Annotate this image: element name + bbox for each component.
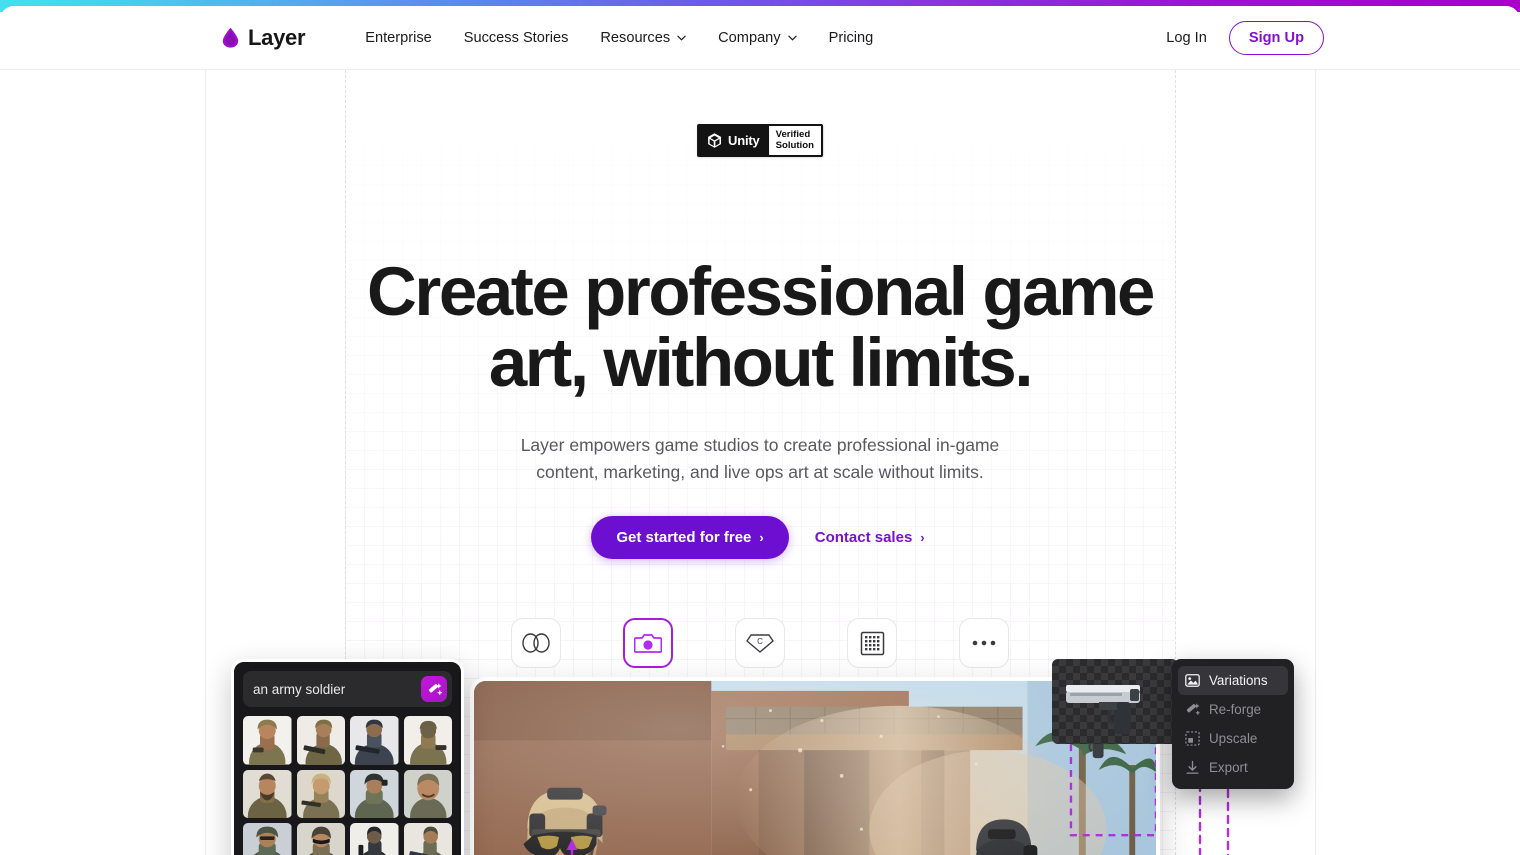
thumbnail-item[interactable] xyxy=(350,769,399,818)
hero-subtitle: Layer empowers game studios to create pr… xyxy=(0,432,1520,486)
style-chip xyxy=(623,618,673,668)
context-menu-item-re-forge[interactable]: Re-forge xyxy=(1178,695,1288,724)
nav-link-resources[interactable]: Resources xyxy=(584,22,702,54)
badge-line-1: Verified xyxy=(775,129,811,140)
context-menu-label: Re-forge xyxy=(1209,702,1262,717)
prompt-input-row[interactable]: an army soldier xyxy=(243,671,452,707)
chevron-down-icon xyxy=(677,35,686,41)
asset-thumbnail-card[interactable] xyxy=(1052,659,1178,744)
headline-line-2: art, without limits. xyxy=(488,324,1034,401)
unity-verified-badge: Unity Verified Solution xyxy=(697,124,823,157)
thumbnail-item[interactable] xyxy=(296,716,345,765)
context-menu-label: Upscale xyxy=(1209,731,1258,746)
context-menu-item-variations[interactable]: Variations xyxy=(1178,666,1288,695)
nav-link-label: Enterprise xyxy=(365,29,432,46)
login-link[interactable]: Log In xyxy=(1166,30,1207,46)
unity-cube-icon xyxy=(708,133,722,148)
navbar: Layer Enterprise Success Stories Resourc… xyxy=(0,6,1520,70)
prompt-input[interactable]: an army soldier xyxy=(253,682,415,697)
subtitle-line-1: Layer empowers game studios to create pr… xyxy=(520,435,1000,455)
thumbnail-item[interactable] xyxy=(243,823,292,855)
diamond-c-icon: C xyxy=(746,634,774,653)
droplet-icon xyxy=(222,27,239,48)
magic-wand-icon xyxy=(1185,702,1200,717)
magic-wand-icon xyxy=(428,682,442,695)
unity-wordmark: Unity xyxy=(728,133,760,148)
unity-badge-right: Verified Solution xyxy=(768,126,821,155)
unity-badge-left: Unity xyxy=(699,126,769,155)
context-menu-label: Export xyxy=(1209,760,1248,775)
badge-line-2: Solution xyxy=(775,139,814,151)
thumbnail-item[interactable] xyxy=(403,769,452,818)
nav-link-label: Success Stories xyxy=(463,29,569,46)
pistol-asset-preview xyxy=(1066,685,1140,734)
chevron-right-icon: › xyxy=(920,530,925,545)
chevron-right-icon: › xyxy=(759,530,764,545)
goggles-icon xyxy=(522,633,550,653)
subtitle-line-2: content, marketing, and live ops art at … xyxy=(536,462,984,482)
style-chip xyxy=(959,618,1009,668)
nav-link-enterprise[interactable]: Enterprise xyxy=(349,22,448,54)
nav-link-pricing[interactable]: Pricing xyxy=(813,22,890,54)
thumbnail-item[interactable] xyxy=(243,769,292,818)
thumbnail-item[interactable] xyxy=(296,823,345,855)
page-shell: Layer Enterprise Success Stories Resourc… xyxy=(0,6,1520,855)
style-chip: C xyxy=(735,618,785,668)
contact-sales-link[interactable]: Contact sales › xyxy=(811,516,929,559)
thumbnail-grid xyxy=(243,716,452,855)
nav-link-label: Company xyxy=(718,29,781,46)
image-icon xyxy=(1185,673,1200,688)
brand-logo[interactable]: Layer xyxy=(222,24,306,51)
brand-name: Layer xyxy=(248,24,306,50)
page-title: Create professional game art, without li… xyxy=(0,256,1520,398)
style-chip xyxy=(847,618,897,668)
thumbnail-item[interactable] xyxy=(296,769,345,818)
svg-text:C: C xyxy=(757,637,763,646)
thumbnail-item[interactable] xyxy=(243,716,292,765)
cta-row: Get started for free › Contact sales › xyxy=(0,516,1520,559)
pixel-grid-icon xyxy=(860,631,884,655)
generate-button[interactable] xyxy=(421,676,447,702)
hero-section: Unity Verified Solution Create professio… xyxy=(0,70,1520,855)
ellipsis-icon xyxy=(972,640,996,646)
nav-links: Enterprise Success Stories Resources Com… xyxy=(349,22,889,54)
get-started-label: Get started for free xyxy=(616,529,752,546)
download-icon xyxy=(1185,760,1200,775)
signup-button[interactable]: Sign Up xyxy=(1228,20,1324,55)
headline-line-1: Create professional game xyxy=(366,253,1155,330)
thumbnail-item[interactable] xyxy=(350,716,399,765)
prompt-generator-panel: an army soldier xyxy=(231,659,464,855)
style-chip xyxy=(511,618,561,668)
context-menu-item-upscale[interactable]: Upscale xyxy=(1178,724,1288,753)
camera-icon xyxy=(634,634,662,653)
thumbnail-item[interactable] xyxy=(403,823,452,855)
thumbnail-item[interactable] xyxy=(350,823,399,855)
chevron-down-icon xyxy=(787,35,797,41)
contact-sales-label: Contact sales xyxy=(814,529,913,546)
thumbnail-item[interactable] xyxy=(403,716,452,765)
context-menu-label: Variations xyxy=(1209,673,1268,688)
asset-context-menu: Variations Re-forge Upscale Export xyxy=(1172,659,1294,789)
get-started-button[interactable]: Get started for free › xyxy=(591,516,789,559)
nav-link-company[interactable]: Company xyxy=(702,22,812,54)
nav-link-label: Pricing xyxy=(828,29,874,46)
nav-link-success-stories[interactable]: Success Stories xyxy=(448,22,585,54)
upscale-icon xyxy=(1185,731,1200,746)
context-menu-item-export[interactable]: Export xyxy=(1178,753,1288,782)
nav-link-label: Resources xyxy=(600,29,671,46)
nav-actions: Log In Sign Up xyxy=(1166,20,1324,55)
